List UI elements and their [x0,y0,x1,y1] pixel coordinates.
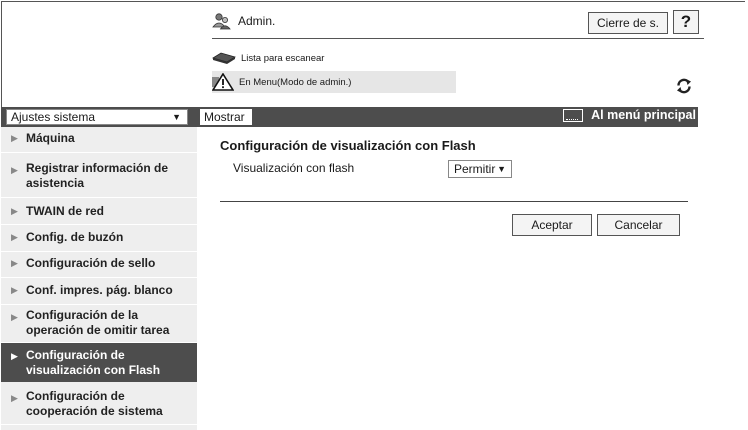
sidebar-item-label: Configuración de visualización con Flash [26,347,161,377]
main-menu-label: Al menú principal [591,108,696,122]
help-label: ? [680,12,692,31]
menu-status-label: En Menu(Modo de admin.) [239,76,352,88]
sidebar-item-label: Config. de buzón [26,229,124,244]
admin-user-row: Admin. [212,12,275,30]
system-settings-select[interactable]: Ajustes sistema ▼ [6,109,188,125]
main-menu-icon [563,108,584,122]
triangle-right-icon: ▶ [11,205,18,216]
flash-display-select[interactable]: Permitir ▼ [448,160,512,178]
sidebar-item-pagina-blanco[interactable]: ▶ Conf. impres. pág. blanco [1,279,197,301]
sidebar-item-maquina[interactable]: ▶ Máquina [1,127,197,149]
sidebar-item-omitir-tarea[interactable]: ▶ Configuración de la operación de omiti… [1,307,197,339]
refresh-icon [677,78,691,94]
triangle-right-icon: ▶ [11,312,18,322]
chevron-down-icon: ▼ [172,112,181,122]
sidebar-item-label: TWAIN de red [26,203,105,218]
triangle-right-icon: ▶ [11,257,18,268]
accept-button[interactable]: Aceptar [512,214,592,236]
sidebar-divider [1,197,197,198]
triangle-right-icon: ▶ [11,132,18,143]
triangle-right-icon: ▶ [11,231,18,242]
sidebar-item-asistencia[interactable]: ▶ Registrar información de asistencia [1,160,197,192]
admin-users-icon [212,13,231,30]
help-button[interactable]: ? [673,10,699,34]
triangle-right-icon: ▶ [11,284,18,295]
admin-label: Admin. [238,14,276,28]
sidebar-divider [1,304,197,305]
sidebar-divider [1,277,197,278]
triangle-right-icon: ▶ [11,393,18,403]
scanner-icon [212,52,236,64]
sidebar-item-label: Conf. impres. pág. blanco [26,282,173,297]
main-menu-link[interactable]: Al menú principal [563,108,696,122]
sidebar-item-cooperacion[interactable]: ▶ Configuración de cooperación de sistem… [1,388,197,420]
sidebar-item-twain[interactable]: ▶ TWAIN de red [1,200,197,222]
header-divider [212,38,704,39]
show-button[interactable]: Mostrar [200,109,252,125]
flash-display-label: Visualización con flash [233,161,355,175]
scan-list-row[interactable]: Lista para escanear [212,51,324,65]
logout-button[interactable]: Cierre de s. [588,12,668,34]
sidebar-item-label: Máquina [26,130,75,145]
sidebar-divider [1,152,197,153]
warning-icon [212,73,234,91]
sidebar-item-buzon[interactable]: ▶ Config. de buzón [1,226,197,248]
sidebar-item-flash[interactable]: ▶ Configuración de visualización con Fla… [1,343,197,382]
system-select-value: Ajustes sistema [11,110,96,124]
sidebar: ▶ Máquina ▶ Registrar información de asi… [1,127,197,430]
section-title: Configuración de visualización con Flash [220,138,476,153]
sidebar-item-label: Configuración de sello [26,255,156,270]
sidebar-divider [1,424,197,425]
sidebar-item-label: Configuración de cooperación de sistema [26,389,163,418]
sidebar-item-label: Configuración de la operación de omitir … [26,308,170,337]
flash-display-value: Permitir [454,162,496,176]
chevron-down-icon: ▼ [497,164,506,174]
sidebar-item-sello[interactable]: ▶ Configuración de sello [1,252,197,274]
sidebar-divider [1,224,197,225]
content-divider [220,201,688,202]
triangle-right-icon: ▶ [11,165,18,175]
triangle-right-icon: ▶ [11,351,18,361]
scan-list-label: Lista para escanear [241,52,325,64]
refresh-button[interactable] [673,76,695,96]
menu-status-row: En Menu(Modo de admin.) [212,71,456,93]
cancel-button[interactable]: Cancelar [597,214,680,236]
sidebar-item-label: Registrar información de asistencia [26,161,169,190]
